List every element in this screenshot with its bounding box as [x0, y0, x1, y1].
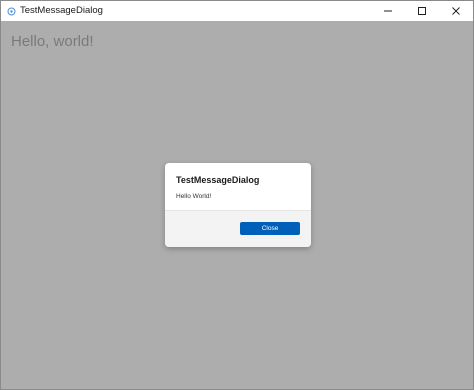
dialog-footer: Close [165, 210, 311, 247]
minimize-button[interactable] [371, 1, 405, 21]
dialog-message: Hello World! [176, 193, 212, 200]
caption-buttons [371, 1, 473, 21]
maximize-icon [418, 7, 426, 15]
message-dialog: TestMessageDialog Hello World! Close [165, 163, 311, 247]
greeting-text: Hello, world! [11, 33, 94, 50]
app-window: TestMessageDialog Hello, world! TestMess… [0, 0, 474, 390]
minimize-icon [384, 10, 392, 12]
title-bar[interactable]: TestMessageDialog [1, 1, 473, 21]
maximize-button[interactable] [405, 1, 439, 21]
close-window-button[interactable] [439, 1, 473, 21]
app-icon [7, 7, 16, 16]
dialog-title: TestMessageDialog [176, 175, 260, 185]
close-icon [452, 7, 460, 15]
close-button[interactable]: Close [240, 222, 300, 235]
window-title: TestMessageDialog [20, 5, 103, 16]
